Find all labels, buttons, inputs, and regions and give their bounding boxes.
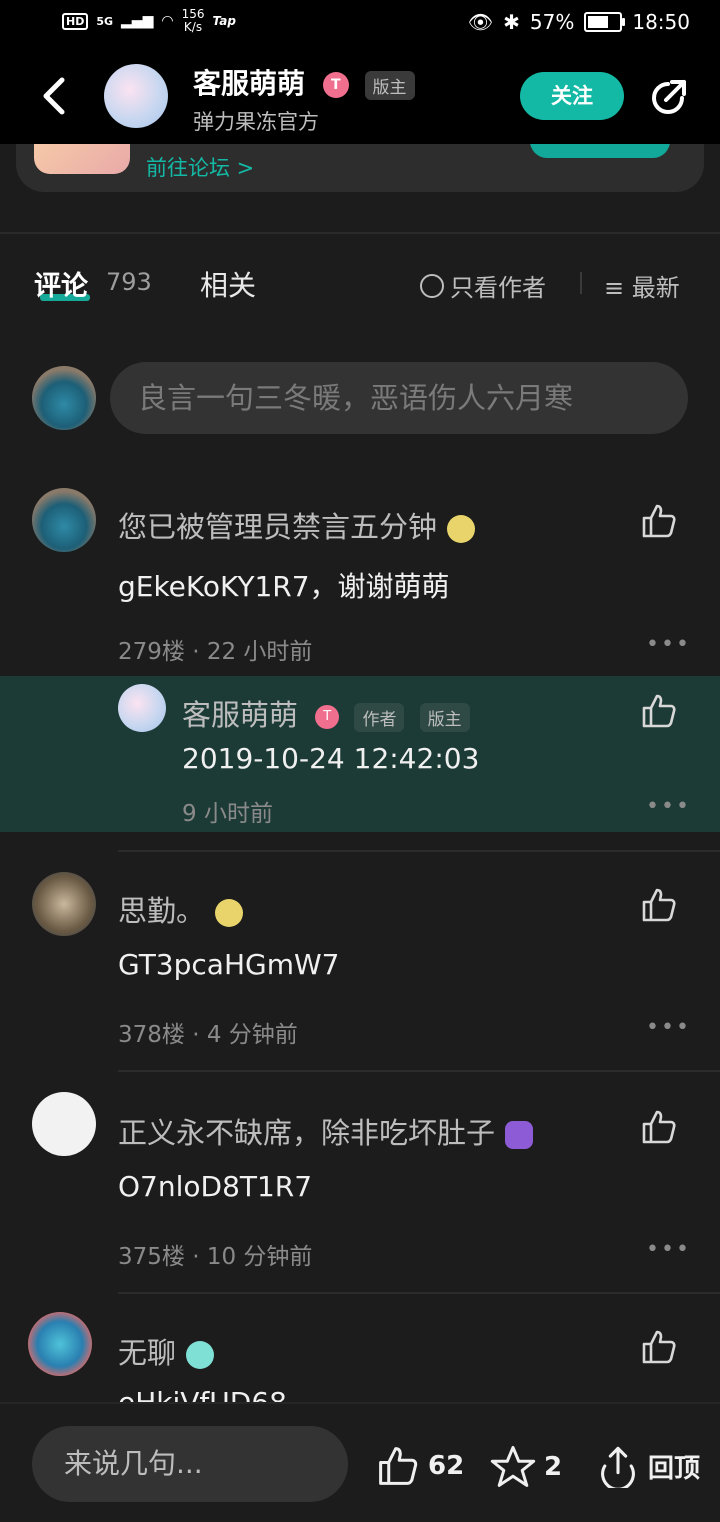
comment-divider	[118, 850, 720, 852]
sort-label: 最新	[631, 274, 680, 302]
clock: 18:50	[632, 10, 690, 34]
commenter-name-row: 正义永不缺席，除非吃坏肚子	[118, 1110, 534, 1152]
author-name-row: 客服萌萌 T 版主	[193, 62, 415, 102]
reply-body: 2019-10-24 12:42:03	[182, 742, 480, 775]
comment-count: 793	[106, 268, 152, 296]
back-arrow-icon[interactable]	[40, 76, 68, 123]
user-emoji-icon	[215, 899, 244, 927]
reply-name-row: 客服萌萌 T 作者 版主	[182, 692, 470, 734]
section-divider	[0, 232, 720, 234]
commenter-avatar[interactable]	[32, 1092, 96, 1156]
more-options-icon[interactable]: •••	[646, 1015, 691, 1040]
forum-card-button[interactable]	[530, 144, 670, 158]
moderator-badge: 版主	[364, 70, 415, 100]
bottom-action-bar: 来说几句... 62 2 回顶	[0, 1402, 720, 1522]
speed-unit: K/s	[183, 20, 203, 34]
commenter-name[interactable]: 无聊	[118, 1336, 176, 1370]
filter-separator	[580, 272, 582, 294]
reply-meta: 9 小时前	[182, 801, 273, 827]
my-avatar	[32, 366, 96, 430]
commenter-name-row: 您已被管理员禁言五分钟	[118, 504, 476, 546]
signal-bars-icon: ▂▄▆	[121, 13, 154, 29]
user-emoji-icon	[447, 515, 476, 543]
top-header: 客服萌萌 T 版主 弹力果冻官方 关注	[0, 48, 720, 144]
like-count: 62	[428, 1451, 465, 1481]
comment-body: GT3pcaHGmW7	[118, 948, 340, 981]
reply-author-name[interactable]: 客服萌萌	[182, 698, 298, 732]
tab-comments[interactable]: 评论	[34, 264, 88, 303]
speed-value: 156	[181, 7, 205, 21]
like-icon[interactable]	[640, 502, 680, 542]
forum-thumbnail	[34, 144, 130, 174]
comment-body: O7nloD8T1R7	[118, 1170, 313, 1203]
status-left: HD 5G ▂▄▆ ◠ 156 K/s Tap	[62, 8, 236, 34]
like-icon[interactable]	[640, 1328, 680, 1368]
comment-divider	[118, 1292, 720, 1294]
comment-body: gEkeKoKY1R7，谢谢萌萌	[118, 570, 450, 603]
commenter-name[interactable]: 正义永不缺席，除非吃坏肚子	[118, 1116, 495, 1150]
radio-circle-icon	[420, 273, 444, 298]
signal-indicator: 5G	[96, 14, 114, 28]
tab-related[interactable]: 相关	[200, 264, 256, 304]
comment-divider	[118, 1070, 720, 1072]
more-options-icon[interactable]: •••	[646, 632, 691, 657]
upload-arrow-icon	[601, 1446, 635, 1488]
author-subtitle: 弹力果冻官方	[193, 110, 319, 134]
author-only-label: 只看作者	[450, 274, 546, 302]
like-icon[interactable]	[640, 886, 680, 926]
more-options-icon[interactable]: •••	[646, 794, 691, 819]
user-emoji-icon	[186, 1341, 215, 1369]
sort-newest[interactable]: ≡ 最新	[604, 268, 680, 303]
comment-meta: 378楼 · 4 分钟前	[118, 1022, 298, 1048]
forum-card: 前往论坛 >	[16, 144, 704, 192]
favorite-button[interactable]: 2	[490, 1444, 562, 1490]
commenter-avatar[interactable]	[28, 1312, 92, 1376]
status-right: 👁 ✱ 57% 18:50	[468, 10, 690, 34]
official-badge-icon: T	[315, 705, 340, 729]
star-icon	[490, 1445, 536, 1487]
comment-meta: 375楼 · 10 分钟前	[118, 1244, 313, 1270]
eye-icon: 👁	[467, 10, 494, 34]
reply-input[interactable]: 来说几句...	[32, 1426, 348, 1502]
author-only-toggle[interactable]: 只看作者	[420, 268, 546, 303]
commenter-avatar[interactable]	[32, 872, 96, 936]
like-icon[interactable]	[640, 1108, 680, 1148]
wifi-icon: ◠	[161, 13, 174, 29]
network-speed: 156 K/s	[182, 8, 205, 34]
back-to-top-label: 回顶	[648, 1453, 701, 1484]
like-button[interactable]: 62	[376, 1444, 464, 1488]
bluetooth-icon: ✱	[503, 10, 520, 34]
moderator-badge: 版主	[419, 702, 470, 732]
hd-indicator: HD	[62, 12, 89, 30]
follow-button[interactable]: 关注	[520, 72, 624, 120]
author-name[interactable]: 客服萌萌	[193, 67, 305, 100]
comment-body: eHkiVfUD68	[118, 1388, 287, 1402]
like-icon[interactable]	[640, 692, 680, 732]
thumbs-up-icon	[379, 1447, 418, 1485]
more-options-icon[interactable]: •••	[646, 1237, 691, 1262]
back-to-top-button[interactable]: 回顶	[596, 1444, 700, 1488]
author-badge: 作者	[354, 702, 405, 732]
comment-input[interactable]: 良言一句三冬暖，恶语伤人六月寒	[110, 362, 688, 434]
tap-indicator: Tap	[212, 14, 236, 28]
author-avatar[interactable]	[104, 64, 168, 128]
commenter-name[interactable]: 您已被管理员禁言五分钟	[118, 510, 437, 544]
commenter-avatar[interactable]	[32, 488, 96, 552]
commenter-name-row: 思勤。	[118, 888, 244, 930]
reply-avatar[interactable]	[118, 684, 166, 732]
commenter-name[interactable]: 思勤。	[118, 894, 205, 928]
battery-percent: 57%	[529, 10, 575, 34]
gamepad-badge-icon	[505, 1121, 534, 1149]
status-bar: HD 5G ▂▄▆ ◠ 156 K/s Tap 👁 ✱ 57% 18:50	[0, 0, 720, 48]
comment-meta: 279楼 · 22 小时前	[118, 639, 313, 665]
battery-icon	[584, 12, 626, 32]
official-badge-icon: T	[322, 72, 349, 98]
go-to-forum-link[interactable]: 前往论坛 >	[146, 152, 254, 182]
favorite-count: 2	[544, 1452, 563, 1482]
share-icon[interactable]	[648, 78, 688, 122]
commenter-name-row: 无聊	[118, 1330, 215, 1372]
sort-icon: ≡	[604, 274, 625, 302]
